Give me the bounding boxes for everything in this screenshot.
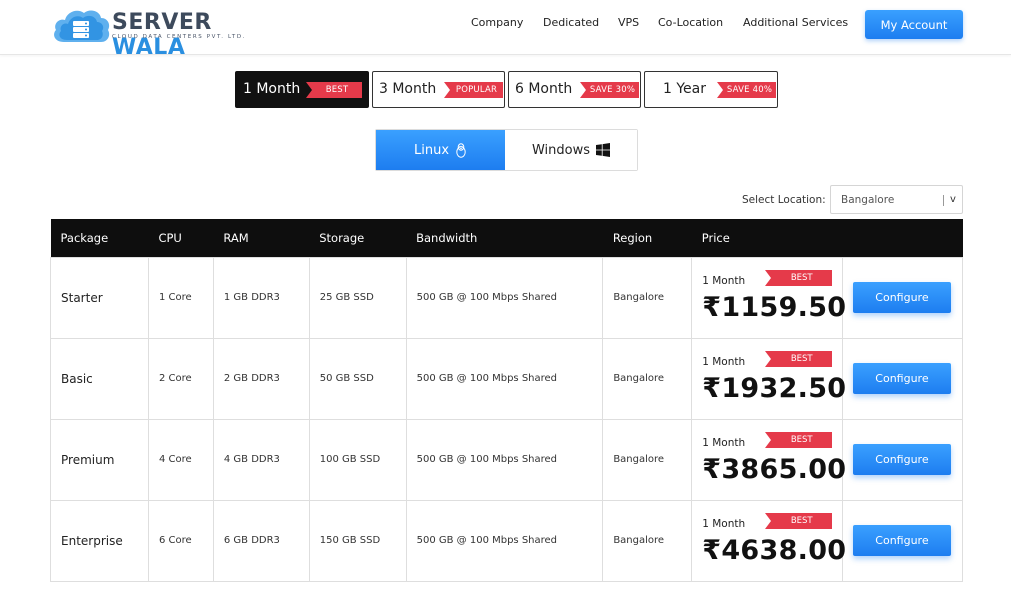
cpu-cell: 2 Core xyxy=(147,337,214,420)
region-cell: Bangalore xyxy=(602,256,693,339)
configure-button[interactable]: Configure xyxy=(852,444,951,475)
os-option-windows[interactable]: Windows xyxy=(505,130,637,170)
windows-logo-icon xyxy=(596,143,611,157)
ram-cell: 1 GB DDR3 xyxy=(212,256,310,339)
action-cell: Configure xyxy=(841,256,964,339)
price-amount: ₹3865.00 xyxy=(702,453,847,485)
column-header-ram: RAM xyxy=(213,219,310,257)
nav-item-co-location[interactable]: Co-Location xyxy=(658,16,723,29)
configure-button[interactable]: Configure xyxy=(852,525,951,556)
nav-item-vps[interactable]: VPS xyxy=(618,16,639,29)
ram-cell: 6 GB DDR3 xyxy=(212,499,310,582)
table-row: Starter 1 Core 1 GB DDR3 25 GB SSD 500 G… xyxy=(50,256,964,339)
site-header: SERVER WALA CLOUD DATA CENTERS PVT. LTD.… xyxy=(0,0,1011,60)
bandwidth-cell: 500 GB @ 100 Mbps Shared xyxy=(405,256,604,339)
brand-tagline: CLOUD DATA CENTERS PVT. LTD. xyxy=(112,34,247,40)
configure-button[interactable]: Configure xyxy=(852,363,951,394)
cpu-cell: 1 Core xyxy=(147,256,214,339)
price-amount: ₹1159.50 xyxy=(702,291,847,323)
price-badge: BEST xyxy=(765,350,833,367)
storage-cell: 50 GB SSD xyxy=(308,337,407,420)
storage-cell: 25 GB SSD xyxy=(308,256,407,339)
price-period: 1 Month xyxy=(702,274,746,287)
os-windows-label: Windows xyxy=(531,142,591,158)
region-cell: Bangalore xyxy=(602,337,693,420)
bandwidth-cell: 500 GB @ 100 Mbps Shared xyxy=(405,499,604,582)
price-period: 1 Month xyxy=(702,517,746,530)
column-header-action xyxy=(842,219,963,257)
location-value: Bangalore xyxy=(841,194,895,206)
ram-cell: 2 GB DDR3 xyxy=(212,337,310,420)
price-amount: ₹1932.50 xyxy=(702,372,847,404)
period-tab-6-month[interactable]: 6 Month SAVE 30% xyxy=(508,71,641,108)
price-badge: BEST xyxy=(765,512,833,529)
period-badge: POPULAR xyxy=(444,82,503,98)
price-period: 1 Month xyxy=(702,436,746,449)
cpu-cell: 4 Core xyxy=(147,418,214,501)
ram-cell: 4 GB DDR3 xyxy=(212,418,310,501)
period-badge: SAVE 40% xyxy=(717,82,776,98)
price-amount: ₹4638.00 xyxy=(702,534,847,566)
period-tab-3-month[interactable]: 3 Month POPULAR xyxy=(372,71,505,108)
nav-item-dedicated[interactable]: Dedicated xyxy=(543,16,599,29)
column-header-storage: Storage xyxy=(309,219,407,257)
region-cell: Bangalore xyxy=(602,418,693,501)
period-tab-1-year[interactable]: 1 Year SAVE 40% xyxy=(644,71,778,108)
brand-name-part1: SERVER xyxy=(112,10,212,35)
my-account-button[interactable]: My Account xyxy=(865,10,963,39)
bandwidth-cell: 500 GB @ 100 Mbps Shared xyxy=(405,418,604,501)
period-label: 6 Month xyxy=(515,81,573,97)
column-header-price: Price xyxy=(691,219,843,257)
plans-table: Package CPU RAM Storage Bandwidth Region… xyxy=(50,219,964,582)
column-header-bandwidth: Bandwidth xyxy=(406,219,603,257)
cpu-cell: 6 Core xyxy=(147,499,214,582)
price-period: 1 Month xyxy=(702,355,746,368)
column-header-package: Package xyxy=(50,219,149,257)
os-toggle: Linux Windows xyxy=(375,129,638,171)
column-header-region: Region xyxy=(602,219,692,257)
period-badge: BEST xyxy=(306,82,362,98)
storage-cell: 100 GB SSD xyxy=(308,418,407,501)
package-cell: Starter xyxy=(50,256,149,339)
table-row: Premium 4 Core 4 GB DDR3 100 GB SSD 500 … xyxy=(50,418,964,501)
os-option-linux[interactable]: Linux xyxy=(376,130,505,170)
price-cell: 1 Month BEST ₹1932.50 xyxy=(691,337,847,420)
price-badge: BEST xyxy=(765,431,833,448)
period-label: 1 Month xyxy=(243,81,301,97)
select-divider xyxy=(943,195,944,206)
table-header-row: Package CPU RAM Storage Bandwidth Region… xyxy=(50,219,963,257)
brand-logo[interactable]: SERVER WALA CLOUD DATA CENTERS PVT. LTD. xyxy=(50,6,265,60)
configure-button[interactable]: Configure xyxy=(852,282,951,313)
nav-item-additional-services[interactable]: Additional Services xyxy=(743,16,848,29)
price-cell: 1 Month BEST ₹4638.00 xyxy=(691,499,847,582)
package-cell: Enterprise xyxy=(50,499,149,582)
action-cell: Configure xyxy=(841,418,964,501)
nav-item-company[interactable]: Company xyxy=(471,16,523,29)
cloud-logo-icon xyxy=(54,10,110,42)
table-row: Basic 2 Core 2 GB DDR3 50 GB SSD 500 GB … xyxy=(50,337,964,420)
period-badge: SAVE 30% xyxy=(580,82,639,98)
period-tab-1-month[interactable]: 1 Month BEST xyxy=(235,71,369,108)
price-badge: BEST xyxy=(765,269,833,286)
package-cell: Basic xyxy=(50,337,149,420)
package-cell: Premium xyxy=(50,418,149,501)
column-header-cpu: CPU xyxy=(148,219,214,257)
os-linux-label: Linux xyxy=(413,142,450,158)
bandwidth-cell: 500 GB @ 100 Mbps Shared xyxy=(405,337,604,420)
location-label: Select Location: xyxy=(742,194,826,206)
action-cell: Configure xyxy=(841,337,964,420)
region-cell: Bangalore xyxy=(602,499,693,582)
table-row: Enterprise 6 Core 6 GB DDR3 150 GB SSD 5… xyxy=(50,499,964,582)
chevron-down-icon: v xyxy=(950,194,956,205)
linux-penguin-icon xyxy=(456,142,466,158)
price-cell: 1 Month BEST ₹1159.50 xyxy=(691,256,847,339)
price-cell: 1 Month BEST ₹3865.00 xyxy=(691,418,847,501)
storage-cell: 150 GB SSD xyxy=(308,499,407,582)
location-select[interactable]: Bangalore v xyxy=(830,185,963,214)
action-cell: Configure xyxy=(841,499,964,582)
period-label: 3 Month xyxy=(379,81,437,97)
period-label: 1 Year xyxy=(663,81,706,97)
